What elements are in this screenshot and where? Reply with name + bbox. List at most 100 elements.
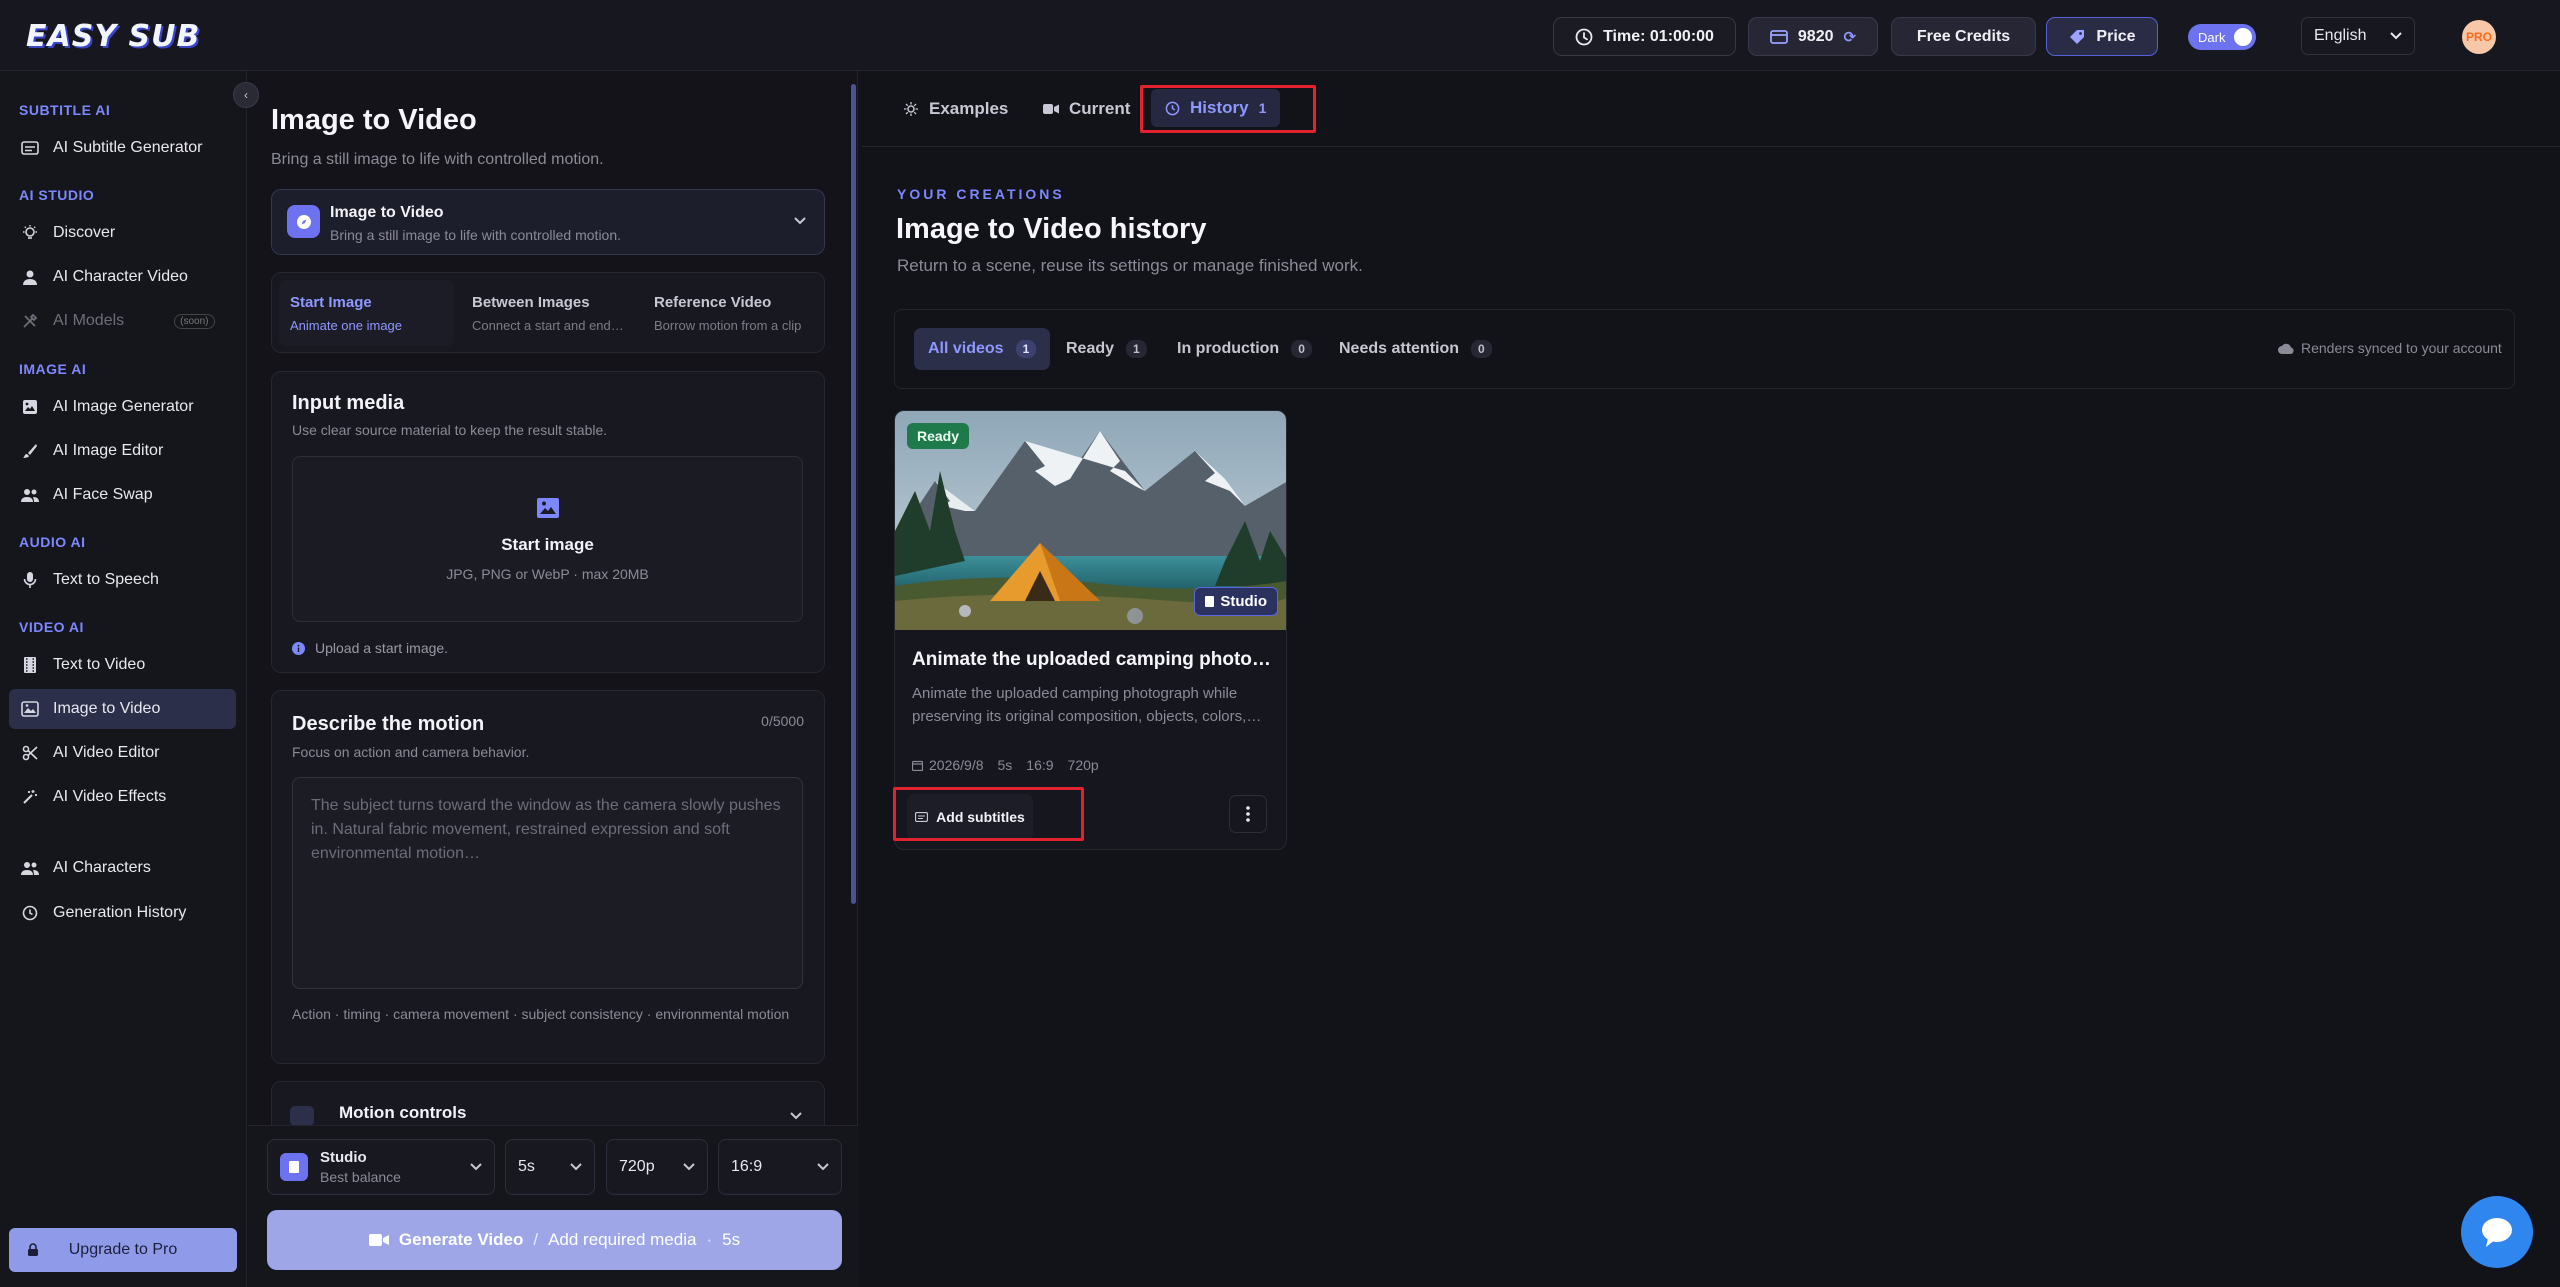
tab-examples[interactable]: Examples (903, 91, 1008, 127)
section-subtitle-ai: SUBTITLE AI (19, 102, 111, 118)
motion-char-count: 0/5000 (761, 713, 804, 729)
theme-toggle[interactable]: Dark (2188, 24, 2256, 50)
motion-textarea[interactable]: The subject turns toward the window as t… (292, 777, 803, 989)
sidebar-item-image-generator[interactable]: AI Image Generator (9, 387, 236, 427)
motion-title: Describe the motion (292, 713, 485, 735)
video-aspect: 16:9 (1026, 757, 1054, 773)
lightbulb-icon (21, 224, 39, 242)
motion-tags: Action · timing · camera movement · subj… (292, 1006, 790, 1022)
sidebar-item-label: Image to Video (53, 700, 161, 717)
sidebar-item-label: Text to Video (53, 656, 146, 673)
dropzone-title: Start image (501, 535, 594, 554)
soon-badge: (soon) (174, 313, 215, 329)
filter-in-production[interactable]: In production 0 (1163, 328, 1326, 370)
chat-support-button[interactable] (2461, 1196, 2533, 1268)
page-title: Image to Video (271, 104, 477, 136)
form-scrollbar[interactable] (851, 84, 856, 904)
generate-video-button[interactable]: Generate Video / Add required media · 5s (267, 1210, 842, 1270)
tab-reference-video[interactable]: Reference Video Borrow motion from a cli… (643, 280, 818, 346)
sidebar-item-face-swap[interactable]: AI Face Swap (9, 475, 236, 515)
motion-controls-card[interactable]: Motion controls (271, 1081, 825, 1126)
tab-current[interactable]: Current (1043, 91, 1130, 127)
chevron-down-icon (570, 1163, 582, 1171)
submode-tabs: Start Image Animate one image Between Im… (271, 272, 825, 353)
scissors-icon (21, 744, 39, 762)
sidebar-item-label: AI Image Generator (53, 398, 194, 415)
collapse-sidebar-button[interactable]: ‹ (233, 82, 259, 108)
resolution-select[interactable]: 720p (606, 1139, 708, 1195)
top-bar: EASY SUB Time: 01:00:00 9820 ⟳ Free Cred… (0, 0, 2560, 71)
model-select[interactable]: Studio Best balance (267, 1139, 495, 1195)
video-thumbnail[interactable]: Ready Studio (895, 411, 1286, 630)
free-credits-button[interactable]: Free Credits (1891, 17, 2036, 56)
sidebar-item-generation-history[interactable]: Generation History (9, 893, 236, 933)
aspect-value: 16:9 (731, 1158, 763, 1175)
submode-desc: Borrow motion from a clip (654, 318, 802, 333)
video-desc-line2: preserving its original composition, obj… (912, 708, 1262, 725)
clock-icon (21, 904, 39, 922)
people-icon (21, 859, 39, 877)
sidebar-item-video-editor[interactable]: AI Video Editor (9, 733, 236, 773)
filter-needs-attention[interactable]: Needs attention 0 (1325, 328, 1506, 370)
input-media-desc: Use clear source material to keep the re… (292, 422, 608, 438)
highlight-box-history-tab (1140, 85, 1316, 133)
chevron-down-icon (2390, 32, 2402, 40)
filter-count: 0 (1291, 340, 1312, 358)
highlight-box-add-subtitles (893, 787, 1084, 841)
section-ai-studio: AI STUDIO (19, 187, 95, 203)
sidebar-item-image-to-video[interactable]: Image to Video (9, 689, 236, 729)
time-label: Time: 01:00:00 (1603, 27, 1714, 45)
video-card[interactable]: Ready Studio Animate the uploaded campin… (894, 410, 1287, 850)
image-icon (536, 497, 560, 519)
tab-start-image[interactable]: Start Image Animate one image (279, 280, 454, 346)
section-audio-ai: AUDIO AI (19, 534, 86, 550)
filter-label: In production (1177, 340, 1280, 357)
sidebar-item-ai-characters[interactable]: AI Characters (9, 848, 236, 888)
video-title: Animate the uploaded camping photo… (912, 649, 1271, 670)
duration-select[interactable]: 5s (505, 1139, 595, 1195)
language-select[interactable]: English (2301, 17, 2415, 55)
mode-select[interactable]: Image to Video Bring a still image to li… (271, 189, 825, 255)
price-button[interactable]: Price (2046, 17, 2158, 56)
motion-desc: Focus on action and camera behavior. (292, 744, 530, 760)
filter-label: Ready (1066, 340, 1115, 357)
subtitles-icon (21, 139, 39, 157)
filter-all-videos[interactable]: All videos 1 (914, 328, 1051, 370)
filter-ready[interactable]: Ready 1 (1052, 328, 1161, 370)
toggle-knob (2234, 28, 2252, 46)
submode-label: Between Images (472, 294, 590, 311)
video-desc-line1: Animate the uploaded camping photograph … (912, 685, 1238, 702)
people-icon (21, 486, 39, 504)
filter-label: Needs attention (1339, 340, 1460, 357)
sidebar-item-text-to-video[interactable]: Text to Video (9, 645, 236, 685)
aspect-select[interactable]: 16:9 (718, 1139, 842, 1195)
submode-desc: Connect a start and end… (472, 318, 624, 333)
refresh-icon[interactable]: ⟳ (1844, 28, 1857, 46)
input-media-title: Input media (292, 392, 405, 414)
history-eyebrow: YOUR CREATIONS (897, 186, 1065, 202)
credits-pill[interactable]: 9820 ⟳ (1748, 17, 1878, 56)
sidebar-item-subtitle-generator[interactable]: AI Subtitle Generator (9, 128, 236, 168)
theme-label: Dark (2198, 29, 2226, 45)
tab-between-images[interactable]: Between Images Connect a start and end… (461, 280, 636, 346)
video-camera-icon (368, 1233, 389, 1247)
avatar[interactable]: PRO (2462, 20, 2496, 54)
sidebar-item-character-video[interactable]: AI Character Video (9, 257, 236, 297)
sidebar-item-image-editor[interactable]: AI Image Editor (9, 431, 236, 471)
chevron-down-icon (794, 217, 806, 225)
sidebar-item-label: AI Characters (53, 859, 151, 876)
sidebar-item-text-to-speech[interactable]: Text to Speech (9, 560, 236, 600)
more-options-button[interactable] (1229, 795, 1267, 833)
sidebar-item-label: AI Video Editor (53, 744, 160, 761)
studio-icon (1205, 596, 1215, 607)
dropzone-desc: JPG, PNG or WebP · max 20MB (446, 566, 649, 582)
upgrade-button[interactable]: Upgrade to Pro (9, 1228, 237, 1272)
logo[interactable]: EASY SUB (26, 14, 200, 58)
motion-controls-title: Motion controls (339, 1103, 467, 1122)
sidebar-item-video-effects[interactable]: AI Video Effects (9, 777, 236, 817)
sidebar-item-discover[interactable]: Discover (9, 213, 236, 253)
start-image-dropzone[interactable]: Start image JPG, PNG or WebP · max 20MB (292, 456, 803, 622)
sidebar-item-label: Discover (53, 224, 116, 241)
filter-count: 1 (1126, 340, 1147, 358)
sidebar-item-label: Text to Speech (53, 571, 159, 588)
